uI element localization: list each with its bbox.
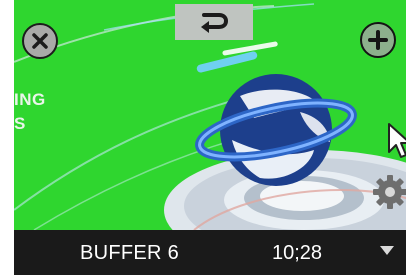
buffer-name-label: BUFFER 6: [80, 242, 180, 264]
chevron-down-icon[interactable]: [380, 246, 394, 256]
undo-button[interactable]: [175, 4, 253, 40]
gear-icon[interactable]: [370, 172, 410, 212]
overlay-caption: ING S: [14, 88, 46, 136]
overlay-caption-line1: ING: [14, 90, 46, 109]
close-icon: [32, 33, 48, 49]
mouse-pointer-icon: [388, 123, 406, 158]
add-button[interactable]: [360, 22, 396, 58]
time-label: 10;28: [272, 242, 323, 264]
preview-area[interactable]: ING S: [14, 0, 412, 230]
overlay-caption-line2: S: [14, 114, 26, 133]
close-button[interactable]: [22, 23, 58, 59]
status-bar: BUFFER 6 10;28: [14, 230, 406, 275]
plus-icon: [368, 30, 388, 50]
undo-arrow-icon: [201, 13, 229, 33]
